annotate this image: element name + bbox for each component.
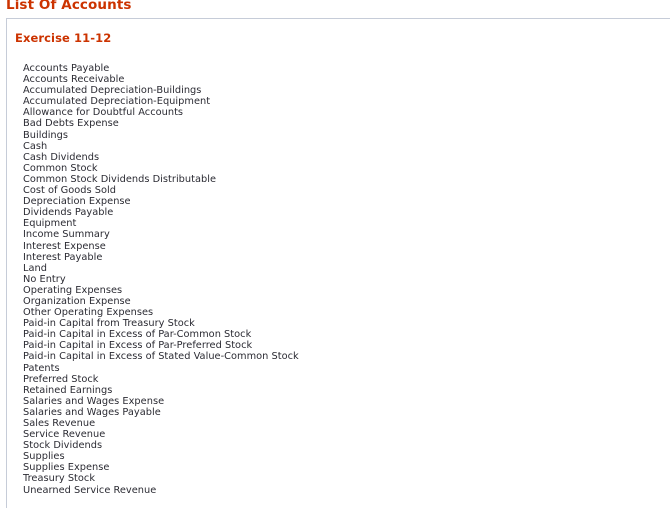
account-list-item[interactable]: Treasury Stock bbox=[23, 473, 299, 484]
account-list-item[interactable]: Operating Expenses bbox=[23, 285, 299, 296]
account-list-item[interactable]: Land bbox=[23, 263, 299, 274]
account-list-item[interactable]: Organization Expense bbox=[23, 296, 299, 307]
account-list-item[interactable]: Paid-in Capital in Excess of Par-Preferr… bbox=[23, 340, 299, 351]
account-list-item[interactable]: Accumulated Depreciation-Equipment bbox=[23, 96, 299, 107]
account-list-item[interactable]: Bad Debts Expense bbox=[23, 118, 299, 129]
account-list-item[interactable]: Paid-in Capital in Excess of Par-Common … bbox=[23, 329, 299, 340]
accounts-panel-inner: Exercise 11-12 Accounts Payable Accounts … bbox=[7, 19, 670, 508]
page-root: List Of Accounts Exercise 11-12 Accounts… bbox=[0, 0, 670, 508]
account-list-item[interactable]: Buildings bbox=[23, 130, 299, 141]
account-list-item[interactable]: Paid-in Capital from Treasury Stock bbox=[23, 318, 299, 329]
account-list-item[interactable]: No Entry bbox=[23, 274, 299, 285]
account-list-item[interactable]: Stock Dividends bbox=[23, 440, 299, 451]
account-list-item[interactable]: Common Stock bbox=[23, 163, 299, 174]
account-list-item[interactable]: Supplies bbox=[23, 451, 299, 462]
account-list-item[interactable]: Interest Payable bbox=[23, 252, 299, 263]
account-list-item[interactable]: Patents bbox=[23, 363, 299, 374]
account-list-item[interactable]: Allowance for Doubtful Accounts bbox=[23, 107, 299, 118]
account-list-item[interactable]: Preferred Stock bbox=[23, 374, 299, 385]
account-list-item[interactable]: Equipment bbox=[23, 218, 299, 229]
account-list-item[interactable]: Other Operating Expenses bbox=[23, 307, 299, 318]
account-list-item[interactable]: Dividends Payable bbox=[23, 207, 299, 218]
account-list-item[interactable]: Cash bbox=[23, 141, 299, 152]
account-list-item[interactable]: Supplies Expense bbox=[23, 462, 299, 473]
exercise-title: Exercise 11-12 bbox=[15, 31, 112, 45]
account-list-item[interactable]: Paid-in Capital in Excess of Stated Valu… bbox=[23, 351, 299, 362]
account-list-item[interactable]: Service Revenue bbox=[23, 429, 299, 440]
account-list-item[interactable]: Cost of Goods Sold bbox=[23, 185, 299, 196]
account-list-item[interactable]: Cash Dividends bbox=[23, 152, 299, 163]
account-list-item[interactable]: Income Summary bbox=[23, 229, 299, 240]
account-list-item[interactable]: Retained Earnings bbox=[23, 385, 299, 396]
account-list-item[interactable]: Interest Expense bbox=[23, 241, 299, 252]
account-list-item[interactable]: Accounts Receivable bbox=[23, 74, 299, 85]
account-list-item[interactable]: Depreciation Expense bbox=[23, 196, 299, 207]
page-title: List Of Accounts bbox=[6, 0, 132, 13]
account-list-item[interactable]: Salaries and Wages Expense bbox=[23, 396, 299, 407]
account-list-item[interactable]: Sales Revenue bbox=[23, 418, 299, 429]
account-list-item[interactable]: Unearned Service Revenue bbox=[23, 485, 299, 496]
accounts-panel: Exercise 11-12 Accounts Payable Accounts … bbox=[6, 18, 670, 508]
account-list-item[interactable]: Accumulated Depreciation-Buildings bbox=[23, 85, 299, 96]
account-list: Accounts Payable Accounts Receivable Accum… bbox=[23, 63, 299, 496]
account-list-item[interactable]: Salaries and Wages Payable bbox=[23, 407, 299, 418]
account-list-item[interactable]: Accounts Payable bbox=[23, 63, 299, 74]
account-list-item[interactable]: Common Stock Dividends Distributable bbox=[23, 174, 299, 185]
